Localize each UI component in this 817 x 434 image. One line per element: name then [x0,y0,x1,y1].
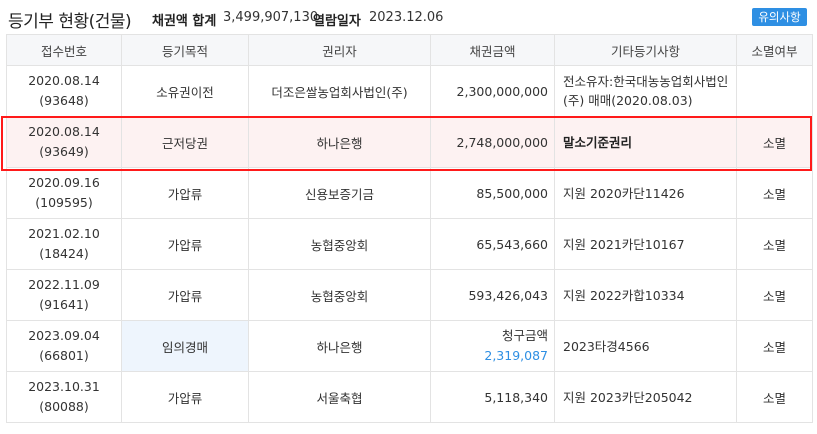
receipt-cell: 2023.10.31 (80088) [6,371,122,423]
receipt-no: (93649) [39,144,89,159]
purpose-cell: 임의경매 [121,320,249,372]
other-cell: 전소유자:한국대농농업회사법인(주) 매매(2020.08.03) [554,65,737,117]
other-cell: 지원 2022카합10334 [554,269,737,321]
receipt-date: 2020.08.14 [28,124,100,139]
other-cell: 지원 2021카단10167 [554,218,737,270]
notice-button[interactable]: 유의사항 [752,8,807,26]
other-cell: 2023타경4566 [554,320,737,372]
receipt-cell: 2021.02.10 (18424) [6,218,122,270]
purpose-cell: 소유권이전 [121,65,249,117]
amount-cell: 청구금액 2,319,087 [430,320,555,372]
column-header-receipt-no: 접수번호 [6,34,122,66]
claim-total-label: 채권액 합계 [152,14,217,29]
purpose-cell: 가압류 [121,167,249,219]
status-cell: 소멸 [736,167,813,219]
amount-cell: 5,118,340 [430,371,555,423]
receipt-date: 2020.09.16 [28,175,100,190]
receipt-date: 2021.02.10 [28,226,100,241]
holder-cell: 신용보증기금 [248,167,431,219]
table-row: 2020.09.16 (109595) 가압류 신용보증기금 85,500,000… [6,167,813,219]
table-row: 2023.09.04 (66801) 임의경매 하나은행 청구금액 2,319,08… [6,320,813,372]
status-cell: 소멸 [736,218,813,270]
table-row: 2022.11.09 (91641) 가압류 농협중앙회 593,426,043 … [6,269,813,321]
column-header-amount: 채권금액 [430,34,555,66]
column-header-holder: 권리자 [248,34,431,66]
holder-cell: 농협중앙회 [248,269,431,321]
view-date-label: 열람일자 [313,14,361,29]
status-cell: 소멸 [736,371,813,423]
receipt-no: (18424) [39,246,89,261]
page-header: 등기부 현황(건물) 채권액 합계 3,499,907,130 열람일자 202… [0,0,817,34]
other-cell: 말소기준권리 [554,116,737,168]
receipt-no: (93648) [39,93,89,108]
receipt-date: 2023.10.31 [28,379,100,394]
column-header-status: 소멸여부 [736,34,813,66]
other-cell: 지원 2023카단205042 [554,371,737,423]
claim-amount-label: 청구금액 [501,328,548,343]
purpose-cell: 근저당권 [121,116,249,168]
receipt-cell: 2020.08.14 (93648) [6,65,122,117]
receipt-no: (91641) [39,297,89,312]
status-cell: 소멸 [736,269,813,321]
column-header-other: 기타등기사항 [554,34,737,66]
claim-amount-link[interactable]: 2,319,087 [437,346,548,366]
table-row: 2023.10.31 (80088) 가압류 서울축협 5,118,340 지원 … [6,371,813,423]
receipt-cell: 2020.08.14 (93649) [6,116,122,168]
holder-cell: 더조은쌀농업회사법인(주) [248,65,431,117]
status-cell: 소멸 [736,116,813,168]
table-header-row: 접수번호 등기목적 권리자 채권금액 기타등기사항 소멸여부 [6,34,813,66]
amount-cell: 593,426,043 [430,269,555,321]
claim-total-value: 3,499,907,130 [223,10,319,25]
amount-cell: 85,500,000 [430,167,555,219]
holder-cell: 서울축협 [248,371,431,423]
view-date-value: 2023.12.06 [369,10,444,25]
amount-cell: 2,748,000,000 [430,116,555,168]
receipt-no: (109595) [35,195,93,210]
purpose-cell: 가압류 [121,371,249,423]
receipt-no: (66801) [39,348,89,363]
registry-table: 접수번호 등기목적 권리자 채권금액 기타등기사항 소멸여부 2020.08.1… [6,34,813,423]
purpose-cell: 가압류 [121,218,249,270]
receipt-cell: 2023.09.04 (66801) [6,320,122,372]
receipt-date: 2022.11.09 [28,277,100,292]
amount-cell: 65,543,660 [430,218,555,270]
amount-cell: 2,300,000,000 [430,65,555,117]
holder-cell: 하나은행 [248,320,431,372]
receipt-no: (80088) [39,399,89,414]
page-title: 등기부 현황(건물) [8,12,132,32]
receipt-date: 2020.08.14 [28,73,100,88]
receipt-cell: 2022.11.09 (91641) [6,269,122,321]
purpose-cell: 가압류 [121,269,249,321]
other-cell: 지원 2020카단11426 [554,167,737,219]
status-cell: 소멸 [736,320,813,372]
status-cell [736,65,813,117]
table-row-base-right: 2020.08.14 (93649) 근저당권 하나은행 2,748,000,00… [6,116,813,168]
receipt-cell: 2020.09.16 (109595) [6,167,122,219]
holder-cell: 농협중앙회 [248,218,431,270]
column-header-purpose: 등기목적 [121,34,249,66]
table-row: 2020.08.14 (93648) 소유권이전 더조은쌀농업회사법인(주) 2,… [6,65,813,117]
receipt-date: 2023.09.04 [28,328,100,343]
holder-cell: 하나은행 [248,116,431,168]
table-row: 2021.02.10 (18424) 가압류 농협중앙회 65,543,660 지… [6,218,813,270]
